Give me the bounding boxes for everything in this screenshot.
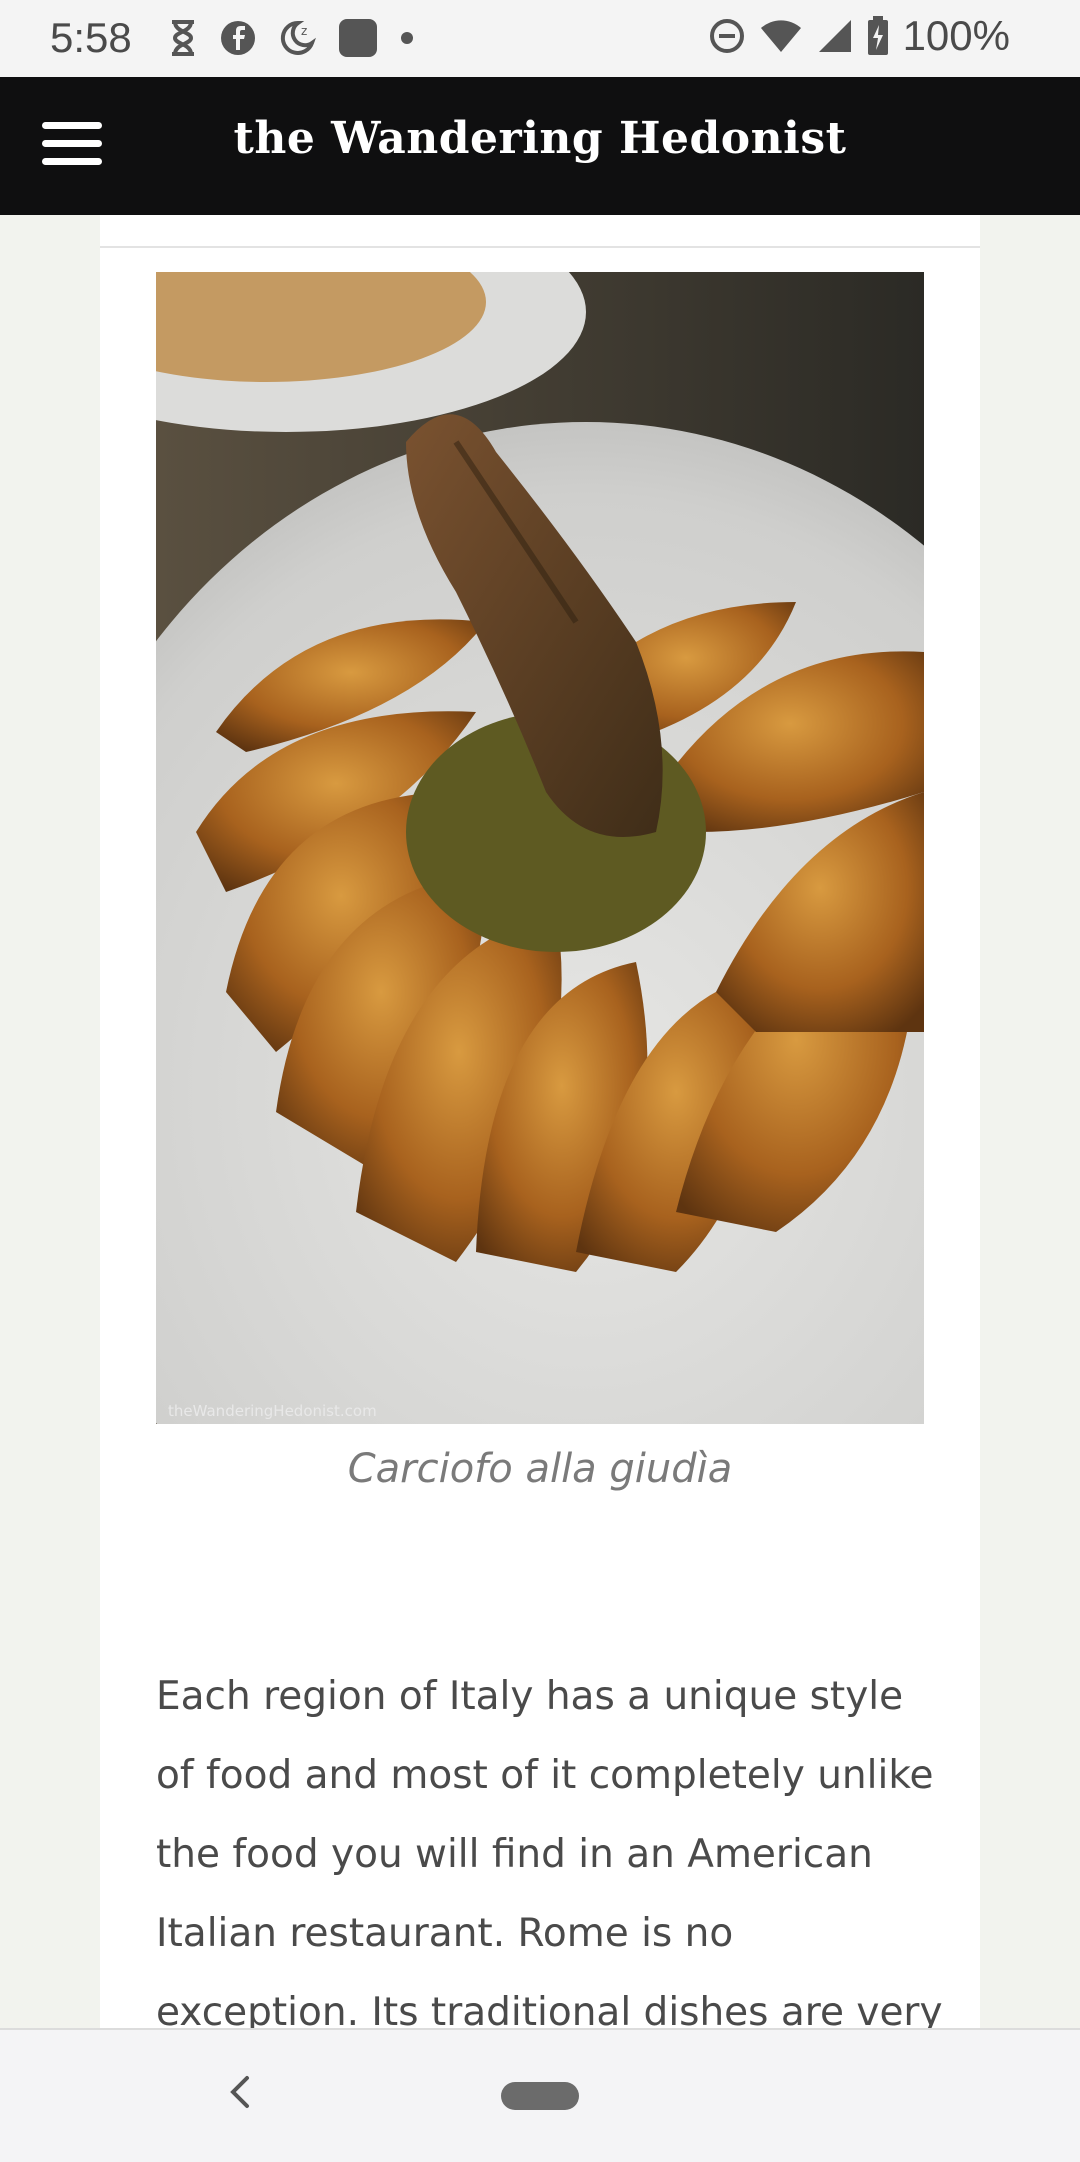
- battery-icon: [867, 16, 888, 55]
- article-card: theWanderingHedonist.com Carciofo alla g…: [100, 215, 980, 2035]
- chevron-left-icon[interactable]: [225, 2072, 255, 2112]
- hourglass-icon: [172, 20, 194, 56]
- status-left-icons: z: [168, 18, 414, 58]
- image-caption: Carciofo alla giudìa: [347, 1446, 733, 1492]
- facebook-icon: [221, 21, 255, 55]
- signal-icon: [818, 20, 851, 52]
- svg-text:z: z: [301, 24, 307, 38]
- divider: [100, 246, 980, 248]
- system-nav-bar: [0, 2028, 1080, 2162]
- status-time: 5:58: [50, 14, 132, 61]
- site-title[interactable]: the Wandering Hedonist: [0, 113, 1080, 164]
- minus-circle-icon: [709, 19, 744, 53]
- artichoke-photo: [156, 272, 924, 1424]
- status-bar: 5:58 z 100%: [0, 0, 1080, 77]
- article-paragraph: Each region of Italy has a unique style …: [156, 1674, 943, 2035]
- article-photo[interactable]: theWanderingHedonist.com: [156, 272, 924, 1424]
- status-right-icons: 100%: [709, 12, 1010, 60]
- home-pill-icon[interactable]: [501, 2082, 579, 2110]
- battery-percent: 100%: [902, 12, 1010, 59]
- image-watermark: theWanderingHedonist.com: [168, 1402, 377, 1420]
- do-not-disturb-moon-icon: z: [280, 20, 316, 55]
- site-header: the Wandering Hedonist: [0, 77, 1080, 215]
- wifi-icon: [760, 20, 801, 52]
- dot-icon: [401, 32, 413, 44]
- app-square-icon: [339, 19, 377, 57]
